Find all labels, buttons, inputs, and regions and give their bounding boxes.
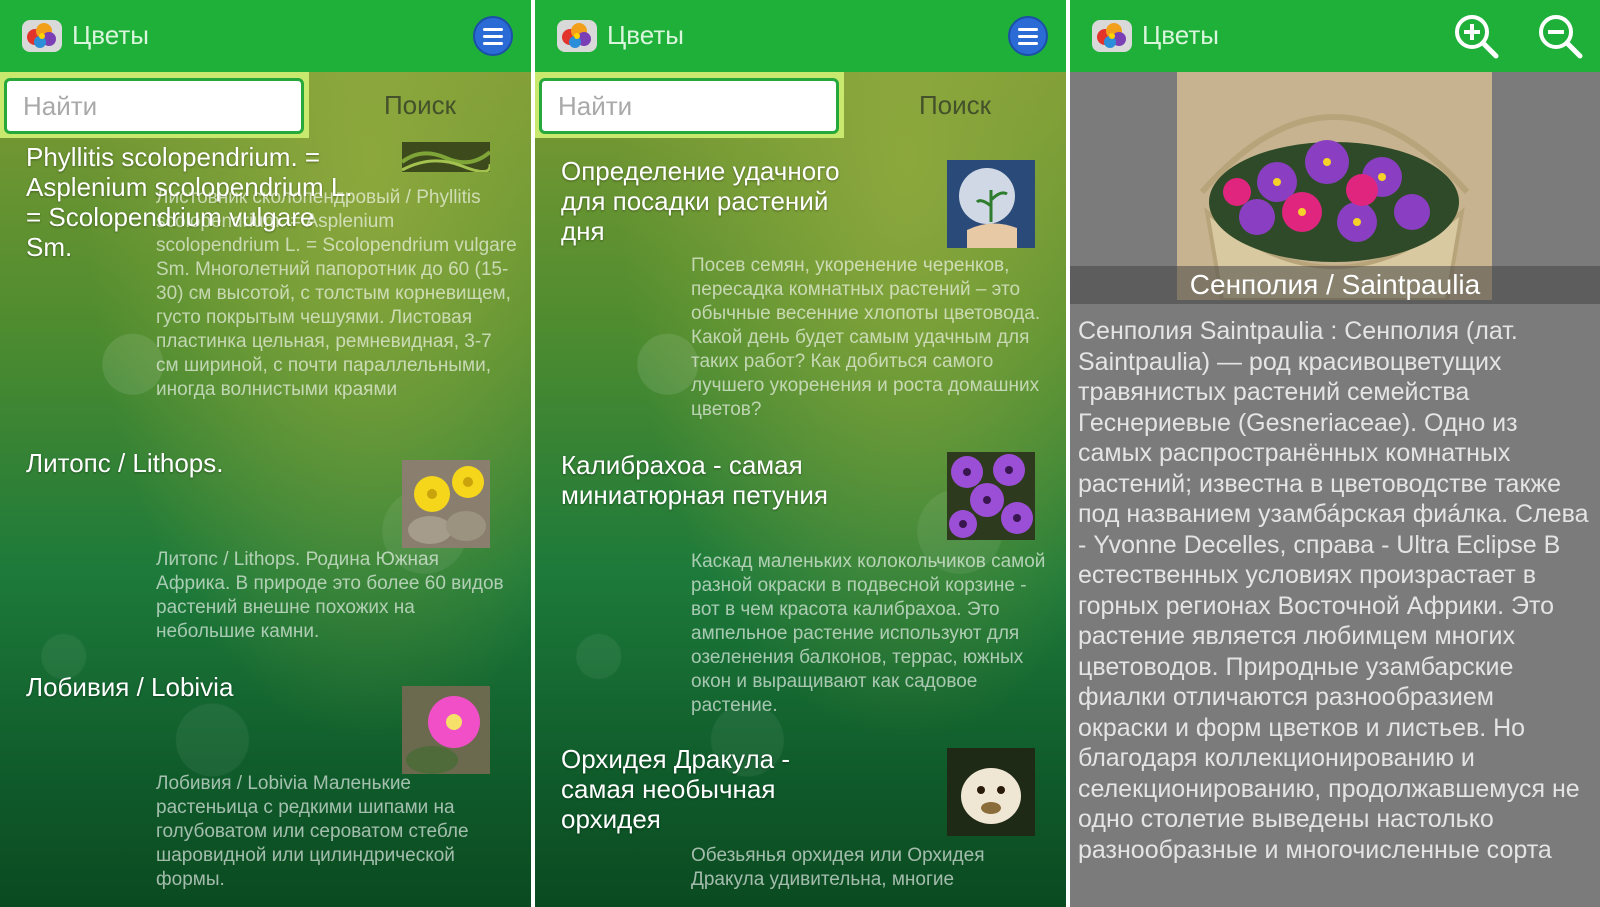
app-title: Цветы: [1142, 20, 1219, 50]
menu-button[interactable]: [473, 16, 513, 56]
menu-icon: [483, 27, 503, 31]
item-description: Листовник сколопендровый / Phyllitis sco…: [156, 187, 517, 400]
menu-icon: [1018, 27, 1038, 31]
search-button[interactable]: Поиск: [865, 90, 1045, 121]
search-bar: Поиск: [535, 72, 1066, 138]
item-title: Калибрахоа - самая миниатюрная петуния: [561, 450, 828, 510]
app-bar: Цветы: [1070, 0, 1600, 72]
list-screen-1: Цветы Поиск Phyllitis scolopendrium. = A…: [0, 0, 531, 907]
calibrachoa-thumbnail: [947, 452, 1035, 540]
item-description: Каскад маленьких колокольчиков самой раз…: [691, 551, 1046, 716]
app-title: Цветы: [72, 20, 149, 50]
search-input[interactable]: [539, 78, 839, 134]
lobivia-thumbnail: [402, 686, 490, 774]
item-title: Лобивия / Lobivia: [26, 672, 234, 702]
item-title: Орхидея Дракула - самая необычная орхиде…: [561, 744, 790, 834]
item-description: Литопс / Lithops. Родина Южная Африка. В…: [156, 549, 504, 642]
app-title: Цветы: [607, 20, 684, 50]
zoom-out-icon[interactable]: [1536, 12, 1584, 60]
search-field-wrap: [0, 72, 309, 138]
item-title: Литопс / Lithops.: [26, 448, 224, 478]
item-description: Лобивия / Lobivia Маленькие растеньица с…: [156, 773, 469, 890]
moon-sprout-thumbnail: [947, 160, 1035, 248]
list-screen-2: Цветы Поиск Определение удачного для пос…: [535, 0, 1066, 907]
search-field-wrap: [535, 72, 844, 138]
article-text: Сенполия Saintpaulia : Сенполия (лат. Sa…: [1078, 317, 1589, 864]
dracula-orchid-thumbnail: [947, 748, 1035, 836]
photo-caption: Сенполия / Saintpaulia: [1070, 266, 1600, 304]
app-bar: Цветы: [0, 0, 531, 72]
app-logo-icon: [1092, 20, 1132, 52]
search-input[interactable]: [4, 78, 304, 134]
detail-screen: Цветы Сенполия / Saintpaulia Сенполия Sa…: [1070, 0, 1600, 907]
app-logo-icon: [557, 20, 597, 52]
menu-button[interactable]: [1008, 16, 1048, 56]
item-description: Посев семян, укоренение черенков, переса…: [691, 255, 1041, 420]
search-button[interactable]: Поиск: [330, 90, 510, 121]
app-logo-icon: [22, 20, 62, 52]
zoom-in-icon[interactable]: [1452, 12, 1500, 60]
item-description: Обезьянья орхидея или Орхидея Дракула уд…: [691, 845, 985, 890]
app-bar: Цветы: [535, 0, 1066, 72]
lithops-thumbnail: [402, 460, 490, 548]
search-bar: Поиск: [0, 72, 531, 138]
fern-thumbnail: [402, 142, 490, 172]
item-title: Определение удачного для посадки растени…: [561, 156, 840, 246]
